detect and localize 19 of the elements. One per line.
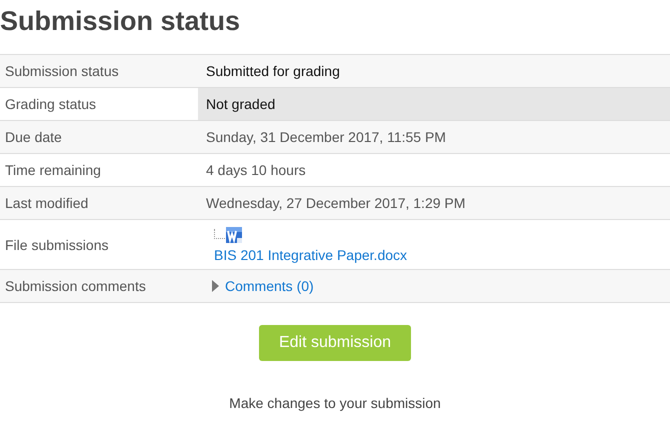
row-label: Last modified	[5, 195, 88, 211]
row-label: File submissions	[5, 236, 108, 252]
document-icon	[225, 226, 243, 244]
row-label: Submission comments	[5, 278, 146, 294]
row-label: Grading status	[5, 96, 96, 112]
comments-link[interactable]: Comments (0)	[225, 278, 314, 294]
row-value: Sunday, 31 December 2017, 11:55 PM	[206, 129, 446, 145]
row-value: 4 days 10 hours	[206, 162, 306, 178]
row-label: Submission status	[5, 63, 119, 79]
help-text: Make changes to your submission	[229, 395, 441, 411]
row-label: Time remaining	[5, 162, 101, 178]
status-value: Submitted for grading	[206, 63, 340, 79]
file-link[interactable]: BIS 201 Integrative Paper.docx	[214, 247, 408, 263]
row-label: Due date	[5, 129, 62, 145]
status-value: Not graded	[206, 96, 276, 112]
page-heading: Submission status	[0, 5, 242, 38]
row-value: Wednesday, 27 December 2017, 1:29 PM	[206, 195, 466, 211]
tree-connector	[214, 229, 225, 239]
caret-icon[interactable]	[212, 280, 219, 292]
